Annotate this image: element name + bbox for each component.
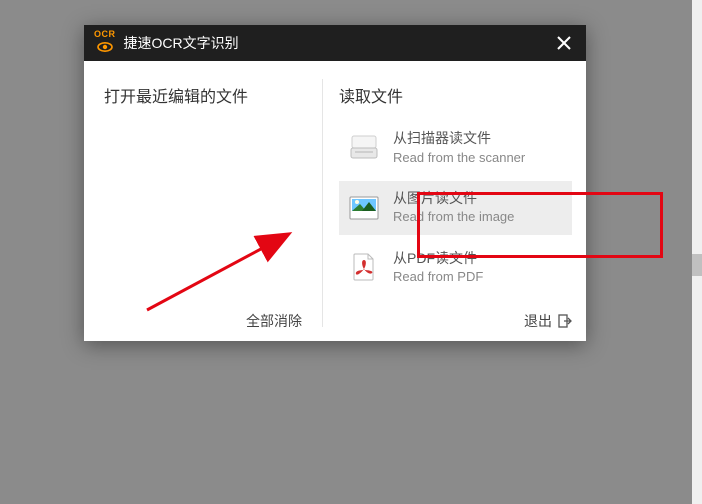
scrollbar-thumb[interactable]	[692, 254, 702, 276]
dialog-title: 捷速OCR文字识别	[124, 33, 553, 53]
option-image-en: Read from the image	[393, 208, 514, 226]
recent-files-title: 打开最近编辑的文件	[104, 83, 302, 107]
left-footer: 全部消除	[104, 303, 302, 331]
option-scanner-cn: 从扫描器读文件	[393, 129, 525, 149]
exit-link[interactable]: 退出	[524, 311, 572, 331]
option-scanner-en: Read from the scanner	[393, 149, 525, 167]
close-icon	[557, 36, 571, 50]
read-file-title: 读取文件	[339, 83, 572, 107]
option-image-text: 从图片读文件 Read from the image	[393, 189, 514, 227]
exit-label: 退出	[524, 311, 552, 331]
pdf-icon	[349, 252, 379, 282]
clear-all-link[interactable]: 全部消除	[246, 311, 302, 331]
option-pdf-cn: 从PDF读文件	[393, 249, 483, 269]
right-footer: 退出	[339, 303, 572, 331]
read-file-panel: 读取文件 从扫描器读文件 Read from the scanner	[323, 61, 586, 341]
recent-files-panel: 打开最近编辑的文件 全部消除	[84, 61, 322, 341]
app-canvas: OCR 捷速OCR文字识别 打开最近编辑的文件	[0, 0, 682, 504]
option-scanner-text: 从扫描器读文件 Read from the scanner	[393, 129, 525, 167]
option-pdf[interactable]: 从PDF读文件 Read from PDF	[339, 241, 572, 295]
exit-icon	[558, 314, 572, 328]
vertical-scrollbar[interactable]	[692, 0, 702, 504]
option-pdf-text: 从PDF读文件 Read from PDF	[393, 249, 483, 287]
close-button[interactable]	[552, 31, 576, 55]
image-icon	[349, 193, 379, 223]
option-pdf-en: Read from PDF	[393, 268, 483, 286]
dialog-body: 打开最近编辑的文件 全部消除 读取文件	[84, 61, 586, 341]
eye-icon	[97, 40, 113, 56]
option-image-cn: 从图片读文件	[393, 189, 514, 209]
welcome-dialog: OCR 捷速OCR文字识别 打开最近编辑的文件	[84, 25, 586, 341]
titlebar: OCR 捷速OCR文字识别	[84, 25, 586, 61]
logo-ocr-text: OCR	[94, 30, 116, 39]
app-logo: OCR	[94, 30, 116, 56]
option-scanner[interactable]: 从扫描器读文件 Read from the scanner	[339, 121, 572, 175]
scanner-icon	[349, 133, 379, 163]
option-image[interactable]: 从图片读文件 Read from the image	[339, 181, 572, 235]
